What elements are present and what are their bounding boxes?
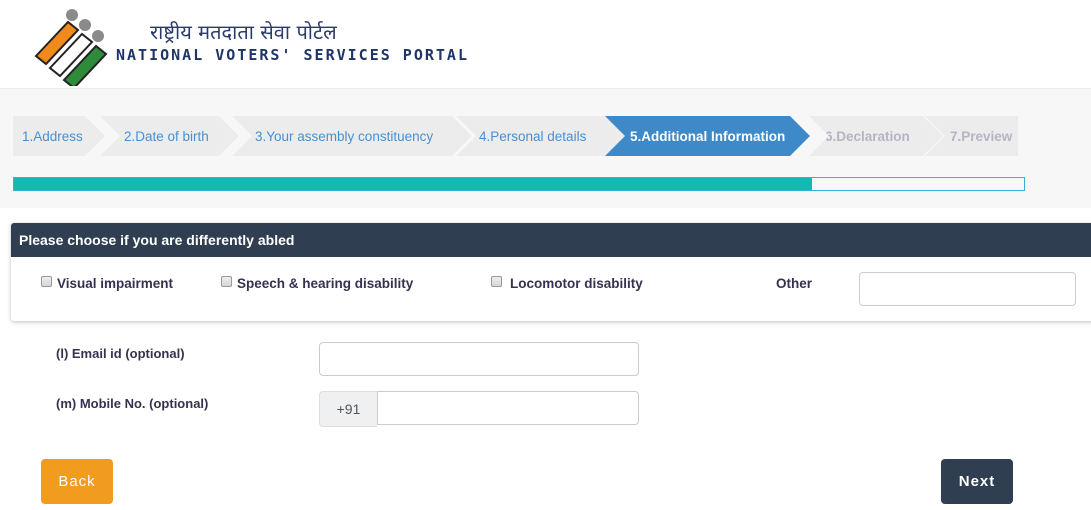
step-assembly-constituency[interactable]: 3.Your assembly constituency xyxy=(232,116,472,156)
portal-title-english: NATIONAL VOTERS' SERVICES PORTAL xyxy=(116,46,469,64)
checkbox-icon[interactable] xyxy=(491,276,502,287)
step-label: 3.Your assembly constituency xyxy=(255,128,434,144)
site-header: राष्ट्रीय मतदाता सेवा पोर्टल NATIONAL VO… xyxy=(0,0,1091,90)
step-label: 1.Address xyxy=(22,128,83,144)
step-date-of-birth[interactable]: 2.Date of birth xyxy=(100,116,239,156)
progress-bar xyxy=(13,177,1025,191)
email-label: (l) Email id (optional) xyxy=(56,346,185,361)
next-button[interactable]: Next xyxy=(941,459,1013,504)
step-label: 6.Declaration xyxy=(825,128,910,144)
step-address[interactable]: 1.Address xyxy=(13,116,105,156)
step-label: 2.Date of birth xyxy=(124,128,209,144)
country-code-addon: +91 xyxy=(319,391,377,427)
step-label: 5.Additional Information xyxy=(630,128,786,144)
mobile-label: (m) Mobile No. (optional) xyxy=(56,396,209,411)
checkbox-label: Locomotor disability xyxy=(510,276,643,291)
disability-panel: Please choose if you are differently abl… xyxy=(11,223,1091,321)
checkbox-label: Visual impairment xyxy=(57,276,174,291)
checkbox-locomotor[interactable]: Locomotor disability xyxy=(491,276,643,291)
other-input[interactable] xyxy=(859,272,1076,306)
other-label: Other xyxy=(776,276,813,291)
back-button[interactable]: Back xyxy=(41,459,113,504)
mobile-input[interactable] xyxy=(377,391,639,425)
checkbox-speech-hearing[interactable]: Speech & hearing disability xyxy=(221,276,413,291)
eci-logo xyxy=(34,9,108,86)
checkbox-icon[interactable] xyxy=(221,276,232,287)
checkbox-visual-impairment[interactable]: Visual impairment xyxy=(41,276,173,291)
step-personal-details[interactable]: 4.Personal details xyxy=(456,116,626,156)
checkbox-label: Speech & hearing disability xyxy=(237,276,414,291)
checkbox-icon[interactable] xyxy=(41,276,52,287)
portal-title-hindi: राष्ट्रीय मतदाता सेवा पोर्टल xyxy=(150,20,337,44)
step-label: 7.Preview xyxy=(950,128,1013,144)
progress-fill xyxy=(14,178,812,190)
step-additional-information[interactable]: 5.Additional Information xyxy=(605,116,810,156)
step-declaration: 6.Declaration xyxy=(809,116,943,156)
email-input[interactable] xyxy=(319,342,639,376)
step-label: 4.Personal details xyxy=(479,128,587,144)
wizard-steps: 1.Address 2.Date of birth 3.Your assembl… xyxy=(13,116,1023,156)
panel-title: Please choose if you are differently abl… xyxy=(11,223,1091,257)
